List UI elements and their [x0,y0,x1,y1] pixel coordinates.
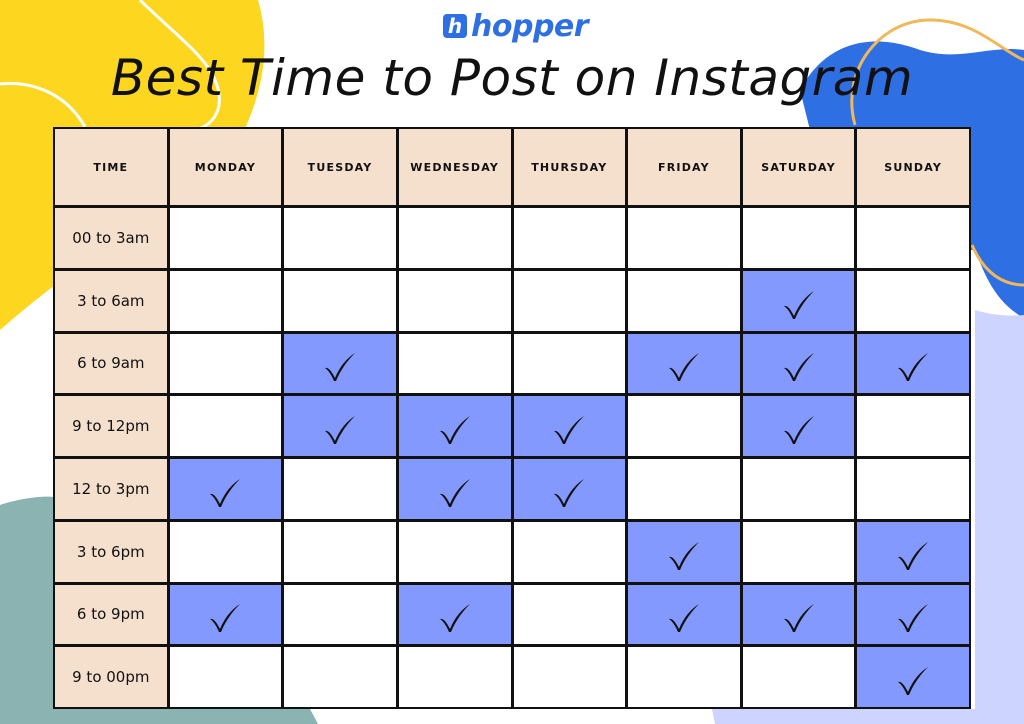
schedule-cell-thursday [513,584,626,645]
checkmark-icon [439,478,470,507]
schedule-cell-thursday [513,647,626,707]
schedule-cell-saturday [742,584,855,645]
hopper-logo: h hopper [443,8,589,44]
schedule-cell-saturday [742,270,855,331]
column-header-thursday: THURSDAY [513,129,626,205]
schedule-cell-friday [628,584,740,645]
schedule-table: TIME MONDAY TUESDAY WEDNESDAY THURSDAY F… [53,127,971,709]
time-slot-label: 9 to 00pm [55,647,167,707]
checkmark-icon [439,604,470,633]
time-slot-label: 6 to 9am [55,333,167,394]
checkmark-icon [783,416,814,445]
column-header-monday: MONDAY [169,129,282,205]
column-header-sunday: SUNDAY [857,129,969,205]
schedule-cell-sunday [857,333,969,394]
schedule-cell-friday [628,333,740,394]
schedule-cell-sunday [857,647,969,707]
schedule-cell-tuesday [284,396,396,456]
column-header-friday: FRIDAY [628,129,740,205]
schedule-cell-monday [169,584,282,645]
schedule-cell-monday [169,333,282,394]
schedule-cell-monday [169,396,282,456]
schedule-cell-sunday [857,270,969,331]
checkmark-icon [783,604,814,633]
time-slot-label: 12 to 3pm [55,459,167,519]
schedule-cell-thursday [513,459,626,519]
time-slot-label: 6 to 9pm [55,584,167,645]
time-slot-label: 00 to 3am [55,208,167,268]
schedule-cell-tuesday [284,584,396,645]
hopper-logo-mark-icon: h [443,14,467,38]
time-slot-label: 9 to 12pm [55,396,167,456]
schedule-cell-wednesday [398,270,511,331]
checkmark-icon [898,604,929,633]
time-slot-label: 3 to 6am [55,270,167,331]
schedule-cell-monday [169,521,282,582]
schedule-cell-monday [169,459,282,519]
schedule-cell-wednesday [398,396,511,456]
schedule-cell-thursday [513,208,626,268]
schedule-cell-saturday [742,521,855,582]
schedule-cell-thursday [513,270,626,331]
hopper-logo-text: hopper [471,8,589,44]
schedule-cell-sunday [857,584,969,645]
schedule-cell-friday [628,396,740,456]
schedule-cell-thursday [513,333,626,394]
checkmark-icon [783,290,814,319]
checkmark-icon [554,478,585,507]
page-title: Best Time to Post on Instagram [110,49,914,107]
schedule-cell-wednesday [398,647,511,707]
column-header-saturday: SATURDAY [742,129,855,205]
schedule-cell-monday [169,270,282,331]
column-header-wednesday: WEDNESDAY [398,129,511,205]
schedule-cell-friday [628,208,740,268]
checkmark-icon [898,541,929,570]
schedule-cell-friday [628,647,740,707]
checkmark-icon [898,353,929,382]
schedule-cell-wednesday [398,584,511,645]
schedule-cell-sunday [857,521,969,582]
schedule-cell-tuesday [284,521,396,582]
checkmark-icon [668,541,699,570]
schedule-cell-wednesday [398,208,511,268]
schedule-cell-monday [169,208,282,268]
schedule-cell-saturday [742,208,855,268]
schedule-cell-tuesday [284,647,396,707]
checkmark-icon [668,604,699,633]
schedule-cell-saturday [742,459,855,519]
schedule-cell-tuesday [284,459,396,519]
checkmark-icon [210,478,241,507]
checkmark-icon [783,353,814,382]
checkmark-icon [554,416,585,445]
checkmark-icon [439,416,470,445]
column-header-tuesday: TUESDAY [284,129,396,205]
schedule-cell-wednesday [398,521,511,582]
schedule-cell-saturday [742,396,855,456]
schedule-cell-thursday [513,521,626,582]
schedule-cell-tuesday [284,270,396,331]
schedule-cell-friday [628,270,740,331]
schedule-cell-sunday [857,396,969,456]
checkmark-icon [325,416,356,445]
checkmark-icon [210,604,241,633]
schedule-cell-tuesday [284,208,396,268]
checkmark-icon [898,667,929,696]
schedule-cell-saturday [742,647,855,707]
schedule-cell-wednesday [398,459,511,519]
schedule-cell-saturday [742,333,855,394]
checkmark-icon [325,353,356,382]
schedule-cell-sunday [857,208,969,268]
schedule-cell-tuesday [284,333,396,394]
schedule-cell-wednesday [398,333,511,394]
checkmark-icon [668,353,699,382]
schedule-cell-monday [169,647,282,707]
column-header-time: TIME [55,129,167,205]
schedule-cell-sunday [857,459,969,519]
schedule-cell-thursday [513,396,626,456]
time-slot-label: 3 to 6pm [55,521,167,582]
schedule-cell-friday [628,459,740,519]
schedule-cell-friday [628,521,740,582]
